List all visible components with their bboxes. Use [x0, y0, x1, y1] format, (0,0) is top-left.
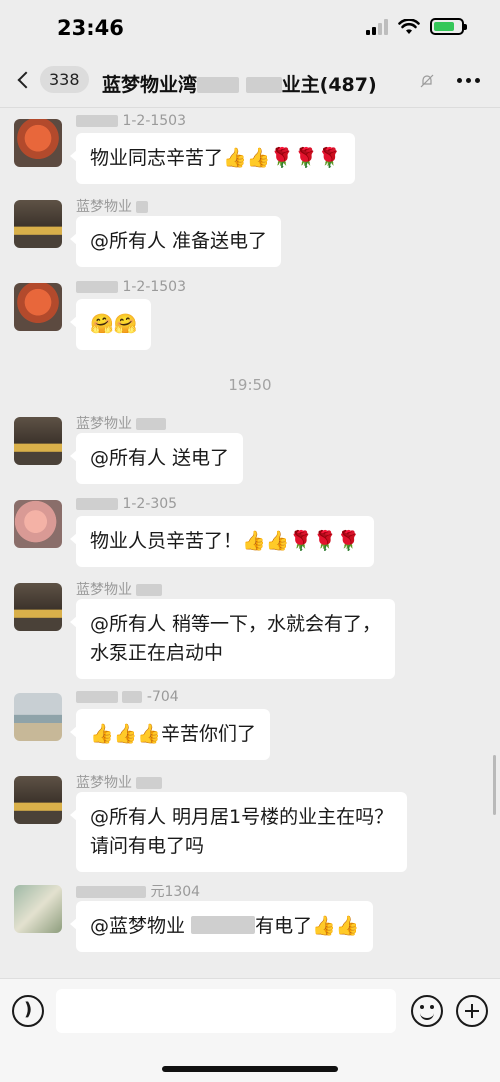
redacted-text: [76, 886, 146, 898]
time-divider: 19:50: [228, 376, 272, 394]
back-button[interactable]: 338: [14, 66, 89, 93]
home-indicator: [162, 1066, 338, 1072]
redacted-text: [76, 498, 118, 510]
chevron-left-icon: [17, 71, 35, 88]
message-bubble[interactable]: @所有人 送电了: [69, 433, 244, 484]
signal-icon: [366, 18, 388, 35]
redacted-text: [245, 77, 282, 93]
title-text-mid: 业主: [281, 74, 320, 96]
unread-count-badge: 338: [40, 66, 89, 93]
sender-name: 1-2-305: [76, 496, 177, 512]
battery-icon: [430, 18, 467, 35]
avatar[interactable]: [14, 119, 62, 167]
redacted-text: [76, 691, 118, 703]
redacted-text: [191, 916, 256, 934]
status-bar: 23:46: [0, 0, 500, 56]
message-bubble[interactable]: 物业人员辛苦了！👍👍🌹🌹🌹: [69, 516, 375, 567]
wifi-icon: [398, 18, 420, 34]
redacted-text: [136, 777, 163, 789]
scrollbar[interactable]: [493, 755, 496, 815]
member-count: (487): [319, 74, 377, 96]
redacted-text: [197, 77, 240, 93]
plus-circle-icon[interactable]: [456, 995, 488, 1027]
input-bar: [0, 978, 500, 1082]
avatar[interactable]: [14, 583, 62, 631]
sender-name: 蓝梦物业: [76, 772, 163, 792]
sender-name: 元1304: [76, 881, 200, 901]
more-options-button[interactable]: [457, 78, 480, 83]
status-icons: [366, 18, 467, 35]
chat-title: 蓝梦物业湾 业主(487): [102, 70, 422, 97]
avatar[interactable]: [14, 776, 62, 824]
message-input[interactable]: [56, 989, 396, 1033]
message-bubble[interactable]: @所有人 稍等一下，水就会有了， 水泵正在启动中: [69, 599, 396, 679]
emoji-icon[interactable]: [411, 995, 443, 1027]
message-bubble[interactable]: @蓝梦物业 有电了👍👍: [69, 901, 374, 952]
redacted-text: [136, 418, 167, 430]
message-bubble[interactable]: @所有人 明月居1号楼的业主在吗？ 请问有电了吗: [69, 792, 408, 872]
sender-name: 1-2-1503: [76, 113, 186, 129]
chat-header: 338 蓝梦物业湾 业主(487): [0, 56, 500, 108]
message-bubble[interactable]: 🤗🤗: [69, 299, 152, 350]
sender-name: -704: [76, 689, 179, 705]
redacted-text: [76, 115, 118, 127]
message-bubble[interactable]: @所有人 准备送电了: [69, 216, 282, 267]
avatar[interactable]: [14, 200, 62, 248]
avatar[interactable]: [14, 417, 62, 465]
sender-name: 蓝梦物业: [76, 196, 149, 216]
avatar[interactable]: [14, 500, 62, 548]
battery-fill: [434, 22, 454, 31]
redacted-text: [122, 691, 143, 703]
sender-name: 蓝梦物业: [76, 579, 163, 599]
status-time: 23:46: [57, 16, 124, 40]
avatar[interactable]: [14, 693, 62, 741]
redacted-text: [76, 281, 118, 293]
voice-icon[interactable]: [12, 995, 44, 1027]
sender-name: 1-2-1503: [76, 279, 186, 295]
redacted-text: [136, 201, 149, 213]
redacted-text: [136, 584, 163, 596]
title-text-start: 蓝梦物业湾: [102, 74, 198, 96]
sender-name: 蓝梦物业: [76, 413, 167, 433]
avatar[interactable]: [14, 885, 62, 933]
avatar[interactable]: [14, 283, 62, 331]
bell-slash-icon: [420, 74, 434, 88]
message-bubble[interactable]: 👍👍👍辛苦你们了: [70, 709, 270, 760]
message-bubble[interactable]: 物业同志辛苦了👍👍🌹🌹🌹: [69, 133, 356, 184]
